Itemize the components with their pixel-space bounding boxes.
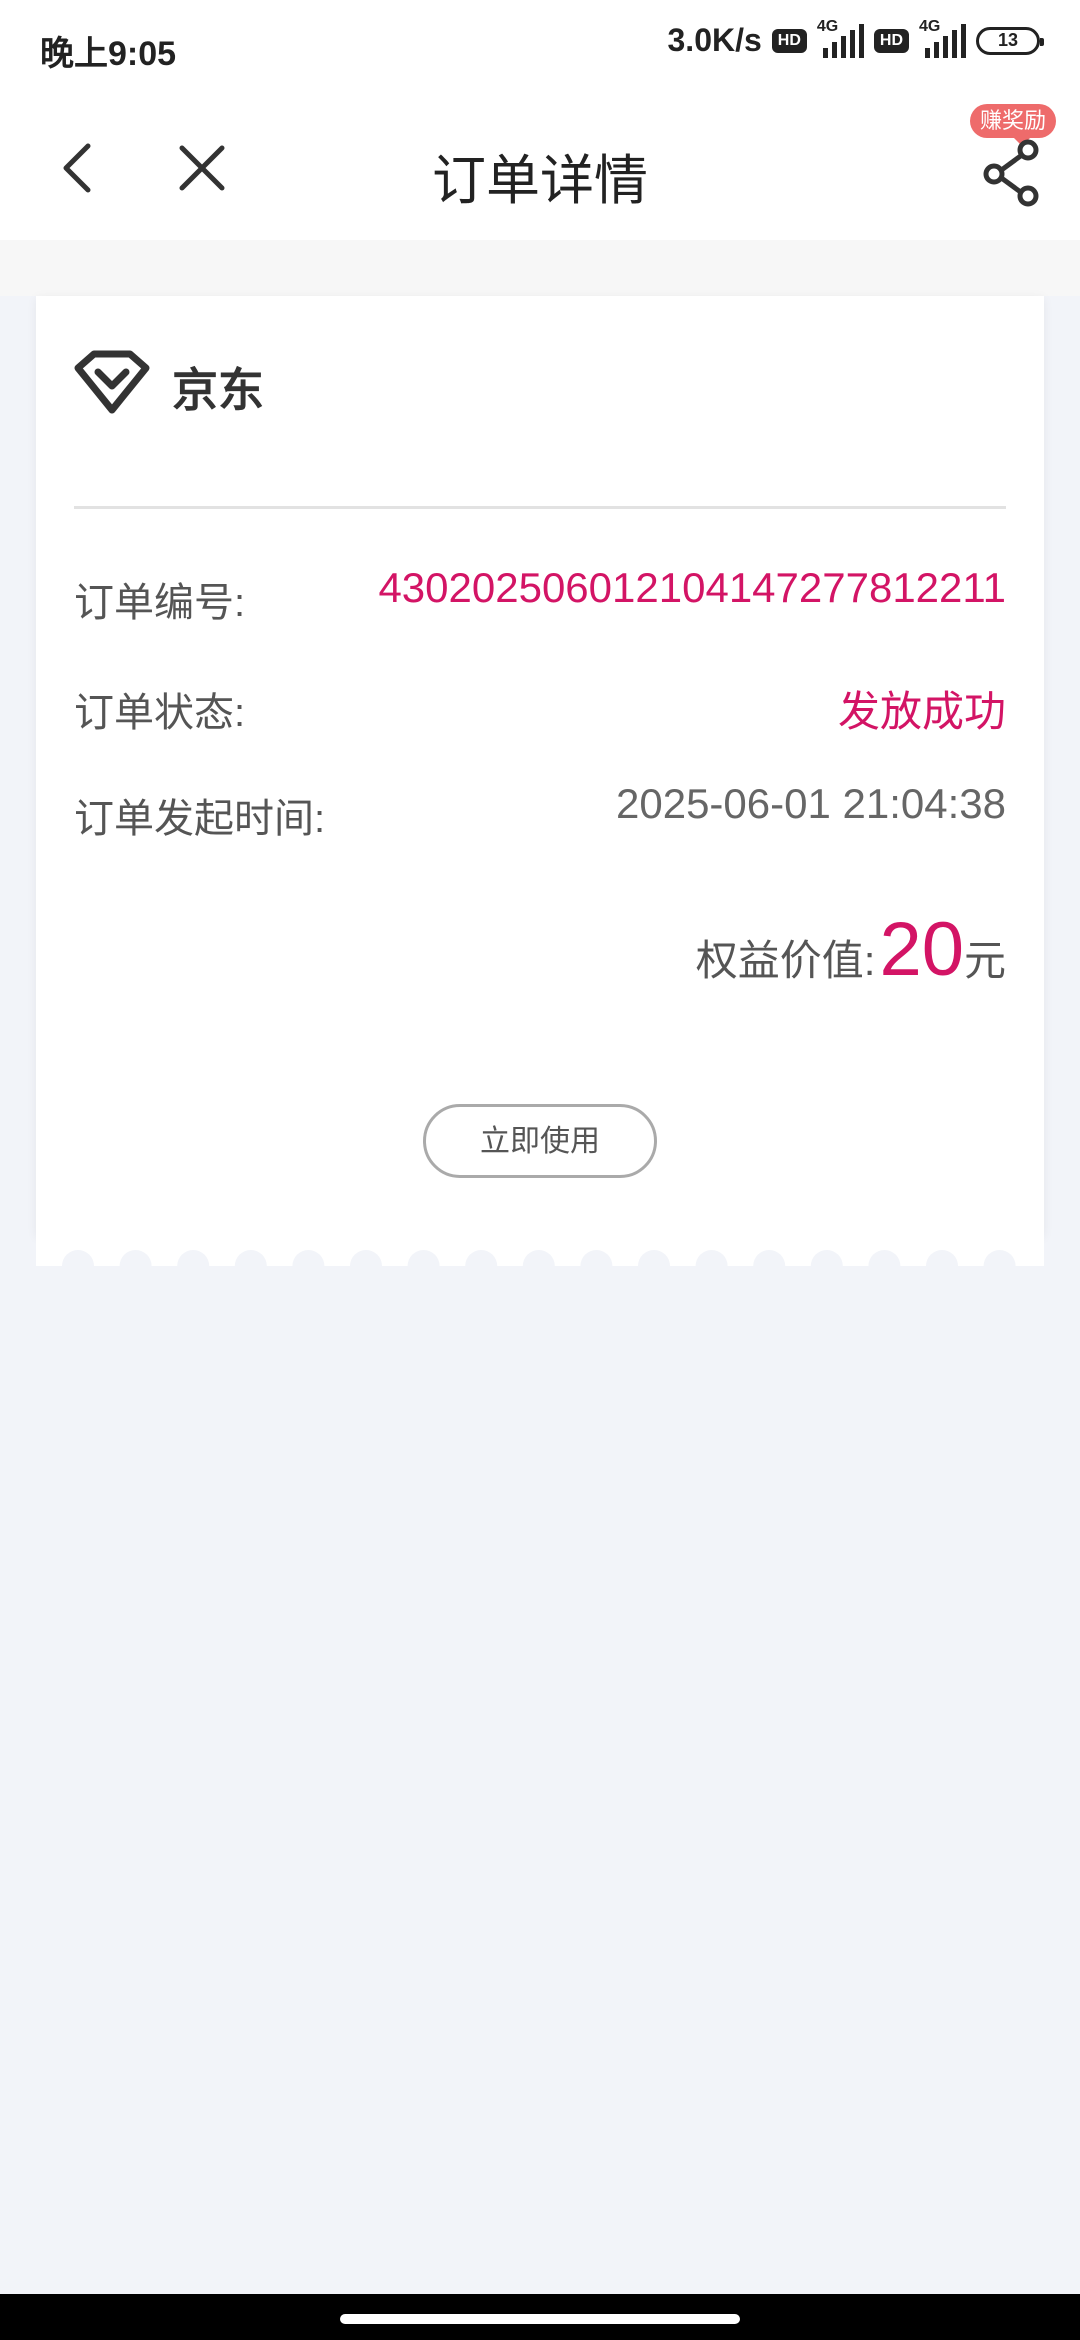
battery-level: 13 xyxy=(997,30,1019,50)
order-time-label: 订单发起时间: xyxy=(74,797,326,841)
order-status-value: 发放成功 xyxy=(837,688,1006,735)
order-number-value: 430202506012104147277812211 xyxy=(378,564,1006,611)
network-type-2: 4G xyxy=(919,17,941,35)
battery-icon: 13 xyxy=(976,26,1044,55)
nav-bar: 订单详情 赚奖励 xyxy=(0,96,1080,240)
header-gap xyxy=(0,240,1080,296)
page-title: 订单详情 xyxy=(432,151,648,211)
brand-name: 京东 xyxy=(172,364,264,416)
status-time: 晚上9:05 xyxy=(40,35,177,73)
network-speed: 3.0K/s xyxy=(667,22,762,58)
hd-badge-2: HD xyxy=(873,28,909,53)
share-icon xyxy=(983,139,1039,207)
system-nav-bar xyxy=(0,2294,1080,2340)
benefit-value-unit: 元 xyxy=(963,937,1006,984)
order-number-label: 订单编号: xyxy=(74,581,246,625)
benefit-value-amount: 20 xyxy=(879,907,964,992)
order-card: 京东 订单编号: 430202506012104147277812211 订单状… xyxy=(36,296,1044,1236)
status-bar: 晚上9:05 3.0K/s HD 4G HD 4G 13 xyxy=(0,0,1080,96)
reward-badge[interactable]: 赚奖励 xyxy=(970,104,1057,146)
network-type-1: 4G xyxy=(816,17,839,35)
benefit-value: 权益价值: 20 元 xyxy=(696,906,1006,993)
use-now-button[interactable]: 立即使用 xyxy=(423,1104,657,1178)
home-indicator[interactable] xyxy=(340,2314,740,2324)
signal-1-icon: 4G xyxy=(817,18,864,58)
benefit-value-label: 权益价值: xyxy=(695,937,876,984)
card-divider xyxy=(74,506,1006,509)
hd-badge-1: HD xyxy=(771,28,807,53)
ticket-edge xyxy=(36,1236,1044,1266)
order-time-value: 2025-06-01 21:04:38 xyxy=(616,780,1006,827)
jd-diamond-logo-icon xyxy=(74,350,150,414)
status-indicators: 3.0K/s HD 4G HD 4G 13 xyxy=(667,18,1044,59)
order-status-label: 订单状态: xyxy=(74,691,246,735)
signal-2-icon: 4G xyxy=(919,18,966,58)
share-button[interactable] xyxy=(976,136,1050,210)
